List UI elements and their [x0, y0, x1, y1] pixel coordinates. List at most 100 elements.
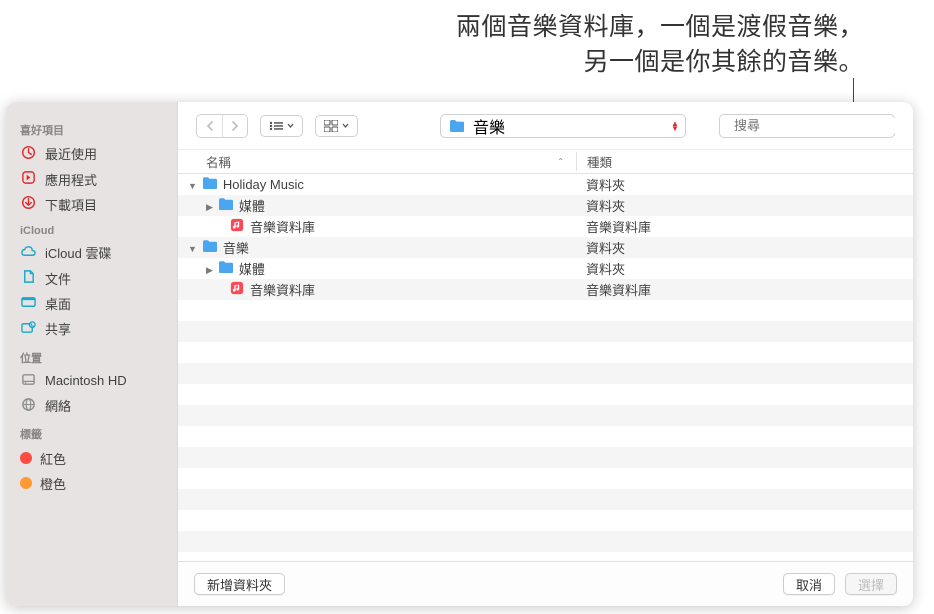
sidebar-item[interactable]: 紅色: [6, 445, 177, 470]
sidebar-item[interactable]: 網絡: [6, 393, 177, 418]
table-row-empty: [178, 426, 913, 447]
folder-icon: [218, 260, 234, 274]
sidebar-item[interactable]: 共享: [6, 316, 177, 341]
share-icon: [20, 320, 37, 338]
sidebar-item[interactable]: 桌面: [6, 291, 177, 316]
column-type[interactable]: 種類: [576, 152, 913, 171]
column-name-label: 名稱: [206, 152, 231, 171]
music-library-icon: [229, 281, 245, 295]
sidebar-item-label: 桌面: [45, 294, 71, 313]
annotation-line-2: 另一個是你其餘的音樂。: [456, 45, 864, 80]
column-name[interactable]: 名稱 ⌃: [206, 152, 576, 171]
chevron-down-icon: [287, 123, 294, 128]
table-row[interactable]: ▶媒體資料夾: [178, 195, 913, 216]
file-type: 資料夾: [576, 238, 913, 257]
group-button[interactable]: [315, 115, 358, 137]
file-name: 音樂資料庫: [250, 217, 315, 236]
folder-icon: [202, 239, 218, 253]
table-row-empty: [178, 300, 913, 321]
path-popup[interactable]: 音樂 ▲▼: [440, 114, 686, 138]
sidebar-item-label: 紅色: [40, 449, 66, 468]
table-row-empty: [178, 510, 913, 531]
sidebar-item[interactable]: 橙色: [6, 471, 177, 496]
table-row[interactable]: ▼ 音樂 資料夾: [178, 237, 913, 258]
column-headers: 名稱 ⌃ 種類: [178, 150, 913, 174]
table-row[interactable]: ▶ 媒體 資料夾: [178, 258, 913, 279]
download-icon: [20, 195, 37, 213]
annotation-text: 兩個音樂資料庫，一個是渡假音樂， 另一個是你其餘的音樂。: [456, 10, 864, 80]
forward-button[interactable]: [222, 115, 247, 137]
tag-dot-icon: [20, 477, 32, 489]
new-folder-button[interactable]: 新增資料夾: [194, 573, 285, 595]
cancel-button[interactable]: 取消: [783, 573, 835, 595]
sidebar-item-label: 下載項目: [45, 195, 97, 214]
file-type: 音樂資料庫: [576, 217, 913, 236]
table-row-empty: [178, 405, 913, 426]
table-row-empty: [178, 342, 913, 363]
back-button[interactable]: [197, 115, 222, 137]
disclosure-triangle-icon[interactable]: ▼: [188, 181, 197, 191]
sidebar-item-label: 最近使用: [45, 144, 97, 163]
search-field[interactable]: [719, 114, 895, 138]
desktop-icon: [20, 295, 37, 313]
group-icon: [324, 120, 338, 132]
globe-icon: [20, 397, 37, 415]
sidebar-item-label: 共享: [45, 319, 71, 338]
sidebar-item-label: 網絡: [45, 396, 71, 415]
table-row[interactable]: 音樂資料庫 音樂資料庫: [178, 279, 913, 300]
file-name: 媒體: [239, 259, 265, 278]
table-row-empty: [178, 468, 913, 489]
tag-dot-icon: [20, 452, 32, 464]
sidebar-item[interactable]: 下載項目: [6, 192, 177, 217]
chevron-down-icon: [342, 123, 349, 128]
hdd-icon: [20, 372, 37, 390]
folder-icon: [449, 119, 465, 133]
app-icon: [20, 170, 37, 188]
table-row-empty: [178, 384, 913, 405]
file-name: 音樂: [223, 238, 249, 257]
popup-arrows-icon: ▲▼: [671, 121, 679, 131]
sidebar-item[interactable]: Macintosh HD: [6, 369, 177, 393]
sort-ascending-icon: ⌃: [557, 157, 564, 166]
table-row-empty: [178, 531, 913, 552]
table-row[interactable]: 音樂資料庫 音樂資料庫: [178, 216, 913, 237]
table-row[interactable]: ▼Holiday Music資料夾: [178, 174, 913, 195]
sidebar-item-label: 應用程式: [45, 170, 97, 189]
file-name: 媒體: [239, 196, 265, 215]
sidebar-section-label: iCloud: [6, 217, 177, 240]
sidebar-item[interactable]: iCloud 雲碟: [6, 240, 177, 265]
file-list: ▼Holiday Music資料夾▶媒體資料夾音樂資料庫音樂資料庫▼音樂資料夾▶…: [178, 174, 913, 561]
cloud-icon: [20, 244, 37, 262]
table-row-empty: [178, 489, 913, 510]
music-library-icon: [229, 218, 245, 232]
view-list-button[interactable]: [260, 115, 303, 137]
file-type: 資料夾: [576, 175, 913, 194]
sidebar-item-label: 橙色: [40, 474, 66, 493]
table-row-empty: [178, 321, 913, 342]
list-icon: [269, 121, 283, 131]
file-name: 音樂資料庫: [250, 280, 315, 299]
disclosure-triangle-icon[interactable]: ▶: [206, 202, 213, 212]
sidebar-item[interactable]: 最近使用: [6, 141, 177, 166]
clock-icon: [20, 145, 37, 163]
file-type: 資料夾: [576, 259, 913, 278]
sidebar-item-label: 文件: [45, 269, 71, 288]
sidebar-item[interactable]: 文件: [6, 266, 177, 291]
sidebar-section-label: 位置: [6, 342, 177, 369]
main-panel: 音樂 ▲▼ 名稱 ⌃ 種類 ▼Holi: [177, 102, 913, 606]
table-row-empty: [178, 447, 913, 468]
sidebar-item-label: iCloud 雲碟: [45, 243, 111, 262]
finder-window: 喜好項目最近使用應用程式下載項目 iCloud iCloud 雲碟文件桌面共享位置 M…: [6, 102, 913, 606]
nav-buttons: [196, 114, 248, 138]
sidebar-section-label: 喜好項目: [6, 114, 177, 141]
doc-icon: [20, 269, 37, 287]
disclosure-triangle-icon[interactable]: ▼: [188, 244, 197, 254]
disclosure-triangle-icon[interactable]: ▶: [206, 265, 213, 275]
sidebar-item-label: Macintosh HD: [45, 373, 127, 388]
folder-icon: [202, 176, 218, 190]
file-type: 音樂資料庫: [576, 280, 913, 299]
sidebar-item[interactable]: 應用程式: [6, 166, 177, 191]
search-input[interactable]: [734, 118, 910, 133]
current-folder-label: 音樂: [473, 114, 505, 138]
choose-button[interactable]: 選擇: [845, 573, 897, 595]
